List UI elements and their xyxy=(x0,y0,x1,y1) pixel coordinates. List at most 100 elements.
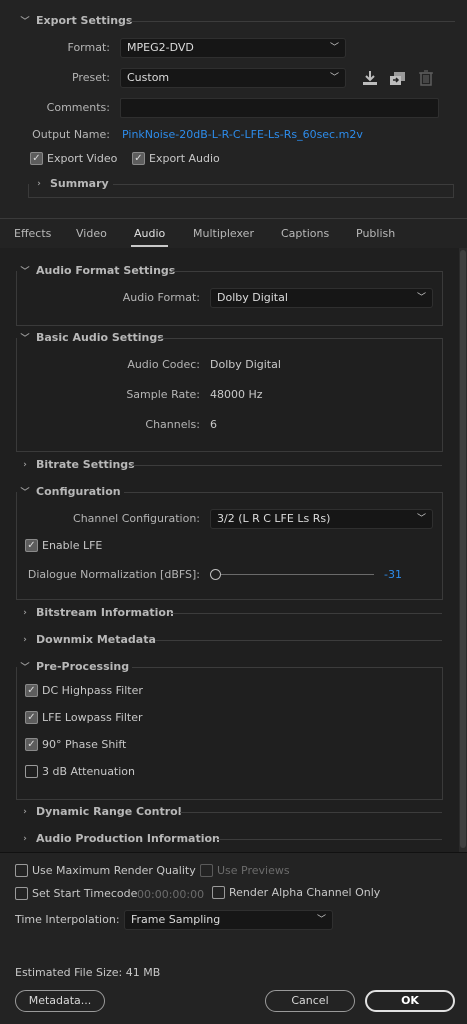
production-title: Audio Production Information xyxy=(36,832,220,845)
bitrate-title: Bitrate Settings xyxy=(36,458,135,471)
chevron-right-icon: › xyxy=(23,806,27,817)
chevron-down-icon: ﹀ xyxy=(416,293,426,303)
output-name-label: Output Name: xyxy=(32,128,110,141)
audio-format-dropdown[interactable]: Dolby Digital ﹀ xyxy=(210,288,433,308)
bottom-options: Use Maximum Render Quality Use Previews … xyxy=(0,852,467,1024)
production-header[interactable]: › Audio Production Information xyxy=(18,832,220,845)
divider xyxy=(216,839,442,840)
export-audio-label: Export Audio xyxy=(149,152,220,165)
format-dropdown[interactable]: MPEG2-DVD ﹀ xyxy=(120,38,346,58)
phase-shift-label: 90° Phase Shift xyxy=(42,738,127,751)
import-preset-icon[interactable] xyxy=(389,69,407,87)
divider xyxy=(130,21,455,22)
tab-video[interactable]: Video xyxy=(76,227,107,240)
phase-shift-checkbox[interactable]: ✓ 90° Phase Shift xyxy=(25,738,126,751)
chevron-right-icon: › xyxy=(23,459,27,470)
channel-config-value: 3/2 (L R C LFE Ls Rs) xyxy=(217,512,331,525)
channels-value: 6 xyxy=(210,418,217,431)
audio-format-value: Dolby Digital xyxy=(217,291,288,304)
export-video-checkbox[interactable]: ✓ Export Video xyxy=(30,152,117,165)
audio-format-label: Audio Format: xyxy=(122,291,200,304)
dialnorm-value[interactable]: -31 xyxy=(384,568,402,581)
estimated-file-size: Estimated File Size: 41 MB xyxy=(15,966,161,979)
sample-rate-label: Sample Rate: xyxy=(126,388,200,401)
checkmark-icon: ✓ xyxy=(132,152,145,165)
dialnorm-slider-handle[interactable] xyxy=(210,569,221,580)
divider xyxy=(155,640,442,641)
delete-preset-icon[interactable] xyxy=(417,69,435,87)
comments-input[interactable] xyxy=(120,98,439,118)
sample-rate-value: 48000 Hz xyxy=(210,388,263,401)
cancel-button[interactable]: Cancel xyxy=(265,990,355,1012)
time-interpolation-dropdown[interactable]: Frame Sampling ﹀ xyxy=(124,910,333,930)
chevron-right-icon: › xyxy=(23,607,27,618)
channels-label: Channels: xyxy=(145,418,200,431)
format-value: MPEG2-DVD xyxy=(127,41,194,54)
panel-scrollbar[interactable] xyxy=(459,248,467,852)
dc-highpass-checkbox[interactable]: ✓ DC Highpass Filter xyxy=(25,684,143,697)
bitrate-header[interactable]: › Bitrate Settings xyxy=(18,458,135,471)
dialnorm-label: Dialogue Normalization [dBFS]: xyxy=(27,568,200,581)
empty-checkbox-icon xyxy=(25,765,38,778)
attenuation-checkbox[interactable]: 3 dB Attenuation xyxy=(25,765,135,778)
use-previews-label: Use Previews xyxy=(217,864,290,877)
dialnorm-slider-track[interactable] xyxy=(212,574,374,575)
tab-multiplexer[interactable]: Multiplexer xyxy=(193,227,254,240)
tab-captions[interactable]: Captions xyxy=(281,227,329,240)
chevron-down-icon: ﹀ xyxy=(20,17,30,27)
enable-lfe-checkbox[interactable]: ✓ Enable LFE xyxy=(25,539,102,552)
tab-audio[interactable]: Audio xyxy=(134,227,165,240)
empty-checkbox-icon xyxy=(212,886,225,899)
scrollbar-thumb[interactable] xyxy=(460,250,466,848)
checkmark-icon: ✓ xyxy=(25,738,38,751)
checkmark-icon: ✓ xyxy=(30,152,43,165)
bitstream-title: Bitstream Information xyxy=(36,606,174,619)
export-audio-checkbox[interactable]: ✓ Export Audio xyxy=(132,152,220,165)
tab-publish[interactable]: Publish xyxy=(356,227,395,240)
checkmark-icon: ✓ xyxy=(25,711,38,724)
drc-header[interactable]: › Dynamic Range Control xyxy=(18,805,182,818)
start-timecode-checkbox[interactable]: Set Start Timecode xyxy=(15,887,137,900)
export-settings-title: Export Settings xyxy=(36,14,133,27)
export-settings-header[interactable]: ﹀ Export Settings xyxy=(18,14,132,27)
audio-codec-value: Dolby Digital xyxy=(210,358,281,371)
divider xyxy=(170,613,442,614)
dc-highpass-label: DC Highpass Filter xyxy=(42,684,143,697)
render-alpha-checkbox[interactable]: Render Alpha Channel Only xyxy=(212,886,380,899)
channel-config-label: Channel Configuration: xyxy=(73,512,200,525)
chevron-down-icon: ﹀ xyxy=(316,915,326,925)
tab-bar: Effects Video Audio Multiplexer Captions… xyxy=(0,218,467,248)
chevron-right-icon: › xyxy=(23,833,27,844)
max-quality-checkbox[interactable]: Use Maximum Render Quality xyxy=(15,864,196,877)
time-interpolation-label: Time Interpolation: xyxy=(15,913,120,926)
save-preset-icon[interactable] xyxy=(361,69,379,87)
use-previews-checkbox[interactable]: Use Previews xyxy=(200,864,290,877)
start-timecode-label: Set Start Timecode xyxy=(32,887,138,900)
bitstream-header[interactable]: › Bitstream Information xyxy=(18,606,174,619)
audio-settings-panel: ﹀ Audio Format Settings Audio Format: Do… xyxy=(0,248,460,852)
channel-config-dropdown[interactable]: 3/2 (L R C LFE Ls Rs) ﹀ xyxy=(210,509,433,529)
summary-box xyxy=(28,184,454,198)
render-alpha-label: Render Alpha Channel Only xyxy=(229,886,381,899)
divider xyxy=(132,465,442,466)
divider xyxy=(180,812,442,813)
downmix-header[interactable]: › Downmix Metadata xyxy=(18,633,156,646)
lfe-lowpass-label: LFE Lowpass Filter xyxy=(42,711,143,724)
tab-effects[interactable]: Effects xyxy=(14,227,51,240)
audio-codec-label: Audio Codec: xyxy=(127,358,200,371)
drc-title: Dynamic Range Control xyxy=(36,805,182,818)
ok-button[interactable]: OK xyxy=(365,990,455,1012)
active-tab-indicator xyxy=(131,245,168,247)
metadata-button[interactable]: Metadata... xyxy=(15,990,105,1012)
chevron-down-icon: ﹀ xyxy=(416,514,426,524)
lfe-lowpass-checkbox[interactable]: ✓ LFE Lowpass Filter xyxy=(25,711,143,724)
timecode-value: 00:00:00:00 xyxy=(137,888,205,901)
format-label: Format: xyxy=(67,41,110,54)
preset-value: Custom xyxy=(127,71,170,84)
preset-label: Preset: xyxy=(71,71,110,84)
preset-dropdown[interactable]: Custom ﹀ xyxy=(120,68,346,88)
chevron-down-icon: ﹀ xyxy=(329,43,339,53)
output-name-link[interactable]: PinkNoise-20dB-L-R-C-LFE-Ls-Rs_60sec.m2v xyxy=(122,128,363,141)
empty-checkbox-icon xyxy=(15,864,28,877)
comments-label: Comments: xyxy=(46,101,110,114)
